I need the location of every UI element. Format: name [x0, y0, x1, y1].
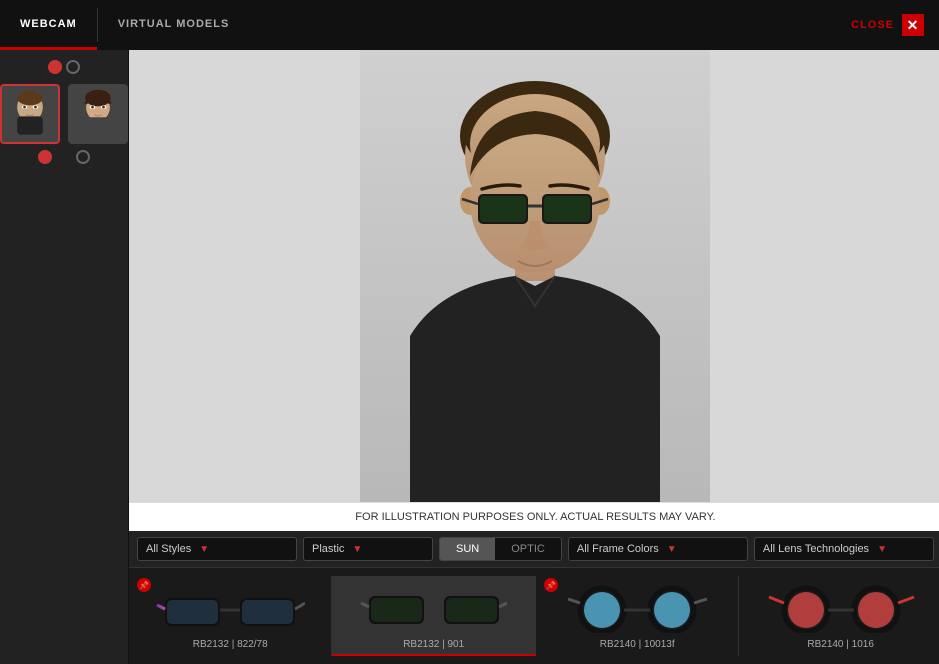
- style-filter[interactable]: All Styles ▼: [137, 537, 297, 561]
- tab-virtual-models[interactable]: VIRTUAL MODELS: [98, 0, 250, 50]
- tab-webcam[interactable]: WEBCAM: [0, 0, 97, 50]
- thumb-label-4: RB2140 | 1016: [807, 639, 874, 650]
- main-layout: FOR ILLUSTRATION PURPOSES ONLY. ACTUAL R…: [0, 50, 939, 664]
- center-panel: FOR ILLUSTRATION PURPOSES ONLY. ACTUAL R…: [129, 50, 939, 664]
- frame-color-arrow: ▼: [667, 544, 677, 555]
- model-preview-image: [360, 50, 710, 502]
- lens-tech-arrow: ▼: [877, 544, 887, 555]
- close-button[interactable]: CLOSE ✕: [836, 0, 939, 50]
- pin-icon-1: 📌: [137, 578, 151, 592]
- male-face-icon: [5, 87, 55, 142]
- male-radio[interactable]: [38, 150, 52, 164]
- thumb-img-3: [557, 580, 717, 635]
- thumbnails-section: 📌: [129, 567, 939, 664]
- style-filter-arrow: ▼: [199, 544, 209, 555]
- material-filter[interactable]: Plastic ▼: [303, 537, 433, 561]
- model-thumbnails-row: [0, 84, 128, 144]
- model-select-row: [38, 150, 90, 164]
- thumb-rb2132-822[interactable]: 📌: [129, 576, 332, 656]
- thumb-img-2: [354, 580, 514, 635]
- male-model-thumb[interactable]: [0, 84, 60, 144]
- female-model-thumb[interactable]: [68, 84, 128, 144]
- thumb-img-4: [761, 580, 921, 635]
- webcam-radio[interactable]: [48, 60, 62, 74]
- thumb-rb2140-1016[interactable]: RB2140 | 1016: [739, 576, 939, 656]
- material-filter-arrow: ▼: [352, 544, 362, 555]
- lens-tech-filter[interactable]: All Lens Technologies ▼: [754, 537, 934, 561]
- female-radio[interactable]: [76, 150, 90, 164]
- thumb-img-1: [150, 580, 310, 635]
- filter-row: All Styles ▼ Plastic ▼ SUN OPTIC All Fra…: [129, 531, 939, 567]
- sun-optic-toggle: SUN OPTIC: [439, 537, 562, 561]
- preview-area: [129, 50, 939, 502]
- virtual-radio[interactable]: [66, 60, 80, 74]
- thumbnails-row: 📌: [129, 576, 939, 656]
- pin-icon-3: 📌: [544, 578, 558, 592]
- left-panel: [0, 50, 129, 664]
- female-face-icon: [73, 87, 123, 142]
- model-selection-radios: [48, 60, 80, 74]
- frame-color-filter[interactable]: All Frame Colors ▼: [568, 537, 748, 561]
- thumb-rb2140-10013f[interactable]: 📌 RB2140 | 10013f: [536, 576, 739, 656]
- thumb-rb2132-901[interactable]: RB2132 | 901: [332, 576, 535, 656]
- close-x-icon: ✕: [902, 14, 924, 36]
- thumb-label-3: RB2140 | 10013f: [600, 639, 675, 650]
- thumb-label-1: RB2132 | 822/78: [193, 639, 268, 650]
- top-bar: WEBCAM VIRTUAL MODELS CLOSE ✕: [0, 0, 939, 50]
- thumb-label-2: RB2132 | 901: [403, 639, 464, 650]
- sun-btn[interactable]: SUN: [440, 538, 495, 560]
- optic-btn[interactable]: OPTIC: [495, 538, 561, 560]
- disclaimer-text: FOR ILLUSTRATION PURPOSES ONLY. ACTUAL R…: [129, 502, 939, 531]
